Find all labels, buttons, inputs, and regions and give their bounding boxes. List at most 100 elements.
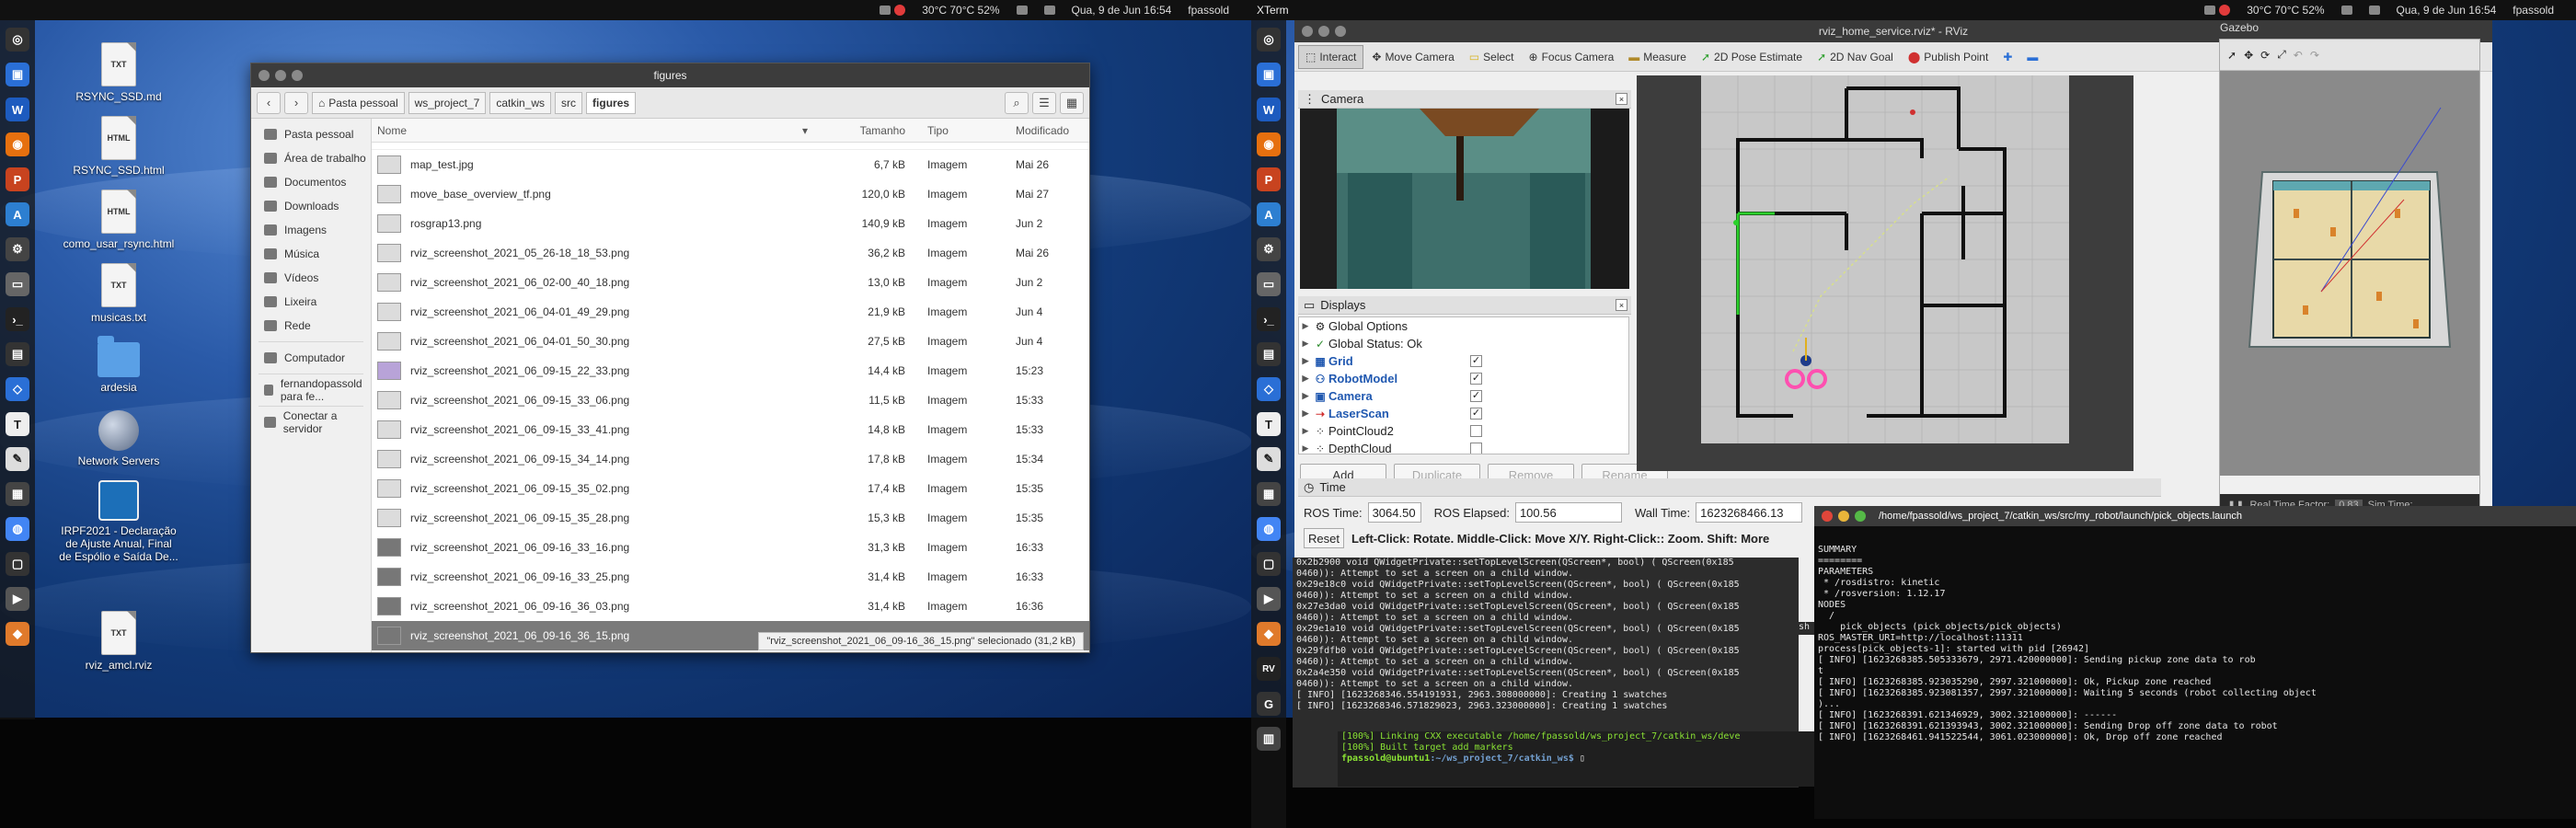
launcher-screenshot-icon[interactable]: ▢ [6,552,29,576]
list-view-button[interactable]: ☰ [1032,91,1056,114]
keyboard-icon[interactable] [2340,6,2352,15]
checkbox-robotmodel[interactable]: ✓ [1470,373,1482,385]
display-robotmodel[interactable]: ▶ ⚇ RobotModel ✓ [1299,370,1628,387]
wall-time-input[interactable]: 1623268466.13 [1696,502,1803,523]
sidebar-item-music[interactable]: Música [251,242,371,266]
sidebar-item-desktop[interactable]: Área de trabalho [251,146,371,170]
file-row[interactable]: rosgrap13.png 140,9 kB Imagem Jun 2 [372,209,1089,238]
file-row[interactable]: rviz_screenshot_2021_06_09-15_33_41.png 1… [372,415,1089,444]
network-icon[interactable] [1043,6,1055,15]
column-size[interactable]: Tamanho [817,124,920,137]
maximize-button[interactable] [1335,26,1346,37]
launcher-powerpoint-icon[interactable]: P [6,167,29,191]
file-row[interactable]: rviz_screenshot_2021_05_26-18_18_53.png 3… [372,238,1089,268]
ros-elapsed-input[interactable]: 100.56 [1514,502,1622,523]
sidebar-item-downloads[interactable]: Downloads [251,194,371,218]
launcher-typora-icon[interactable]: T [6,412,29,436]
checkbox-camera[interactable]: ✓ [1470,390,1482,402]
desktop-icon-rsync-html[interactable]: HTML RSYNC_SSD.html [59,116,178,177]
launcher-firefox-icon[interactable]: ◉ [6,132,29,156]
reset-button[interactable]: Reset [1304,528,1344,548]
search-button[interactable]: ⌕ [1005,91,1029,114]
launcher-dash-icon[interactable]: ◎ [1257,28,1281,52]
weather-indicator[interactable]: 30°C 70°C 52% [2247,4,2324,17]
tool-measure[interactable]: ▬ Measure [1622,45,1693,69]
desktop-icon-ardesia[interactable]: ardesia [59,336,178,394]
file-row[interactable]: rviz_screenshot_2021_06_09-16_33_25.png 3… [372,562,1089,592]
scale-icon[interactable]: ⤢ [2277,48,2286,62]
breadcrumb-src[interactable]: src [555,91,583,114]
forward-button[interactable]: › [284,91,308,114]
desktop-icon-como-usar[interactable]: HTML como_usar_rsync.html [59,190,178,250]
breadcrumb-figures[interactable]: figures [586,91,637,114]
close-icon[interactable]: × [1616,299,1627,311]
launcher-ros-icon[interactable]: ◆ [1257,622,1281,646]
launcher-word-icon[interactable]: W [6,98,29,121]
desktop-icon-rsync-md[interactable]: TXT RSYNC_SSD.md [59,42,178,103]
launcher-appstore-icon[interactable]: A [1257,202,1281,226]
tool-publish-point[interactable]: ⬤ Publish Point [1902,45,1995,69]
clock[interactable]: Qua, 9 de Jun 16:54 [2397,4,2497,17]
launcher-terminal-icon[interactable]: ›_ [1257,307,1281,331]
close-button[interactable] [1302,26,1313,37]
launcher-monitor-icon[interactable]: ▤ [6,342,29,366]
sidebar-item-computer[interactable]: Computador [251,346,371,370]
launcher-terminal-icon[interactable]: ›_ [6,307,29,331]
sidebar-item-pictures[interactable]: Imagens [251,218,371,242]
user-menu[interactable]: fpassold [1188,4,1229,17]
breadcrumb-ws-project[interactable]: ws_project_7 [408,91,487,114]
file-row[interactable]: rviz_screenshot_2021_06_09-15_34_14.png 1… [372,444,1089,474]
close-icon[interactable]: × [1616,93,1627,105]
file-row[interactable]: rviz_screenshot_2021_06_09-16_36_03.png 3… [372,592,1089,621]
file-row[interactable]: rviz_screenshot_2021_06_04-01_49_29.png 2… [372,297,1089,327]
launcher-word-icon[interactable]: W [1257,98,1281,121]
tool-remove[interactable]: ▬ [2020,45,2044,69]
indicator-tray[interactable] [880,5,906,16]
column-name[interactable]: Nome ▾ [372,124,817,137]
sidebar-item-home[interactable]: Pasta pessoal [251,122,371,146]
launcher-appstore-icon[interactable]: A [6,202,29,226]
tool-2d-pose-estimate[interactable]: ➚ 2D Pose Estimate [1695,45,1809,69]
terminal-titlebar[interactable]: /home/fpassold/ws_project_7/catkin_ws/sr… [1814,506,2576,526]
launcher-drive-icon[interactable]: ▭ [6,272,29,296]
indicator-tray[interactable] [2204,5,2231,16]
launcher-firefox-icon[interactable]: ◉ [1257,132,1281,156]
redo-icon[interactable]: ↷ [2310,49,2319,62]
display-depthcloud[interactable]: ▶ ⁘ DepthCloud [1299,440,1628,454]
files-titlebar[interactable]: figures [251,63,1089,87]
launcher-chrome-icon[interactable]: ◍ [6,517,29,541]
minimize-button[interactable] [1838,511,1849,522]
launcher-calc-icon[interactable]: ▦ [1257,482,1281,506]
display-global-status[interactable]: ▶ ✓ Global Status: Ok [1299,335,1628,352]
file-row[interactable]: rviz_screenshot_2021_06_02-00_40_18.png 1… [372,268,1089,297]
minimize-button[interactable] [1318,26,1329,37]
back-button[interactable]: ‹ [257,91,281,114]
ros-time-input[interactable]: 3064.50 [1367,502,1421,523]
launcher-screenshot-icon[interactable]: ▢ [1257,552,1281,576]
gazebo-3d-view[interactable] [2220,71,2479,476]
launcher-settings-icon[interactable]: ⚙ [1257,237,1281,261]
display-grid[interactable]: ▶ ▦ Grid ✓ [1299,352,1628,370]
file-row[interactable]: rviz_screenshot_2021_06_04-01_50_30.png 2… [372,327,1089,356]
tool-focus-camera[interactable]: ⊕ Focus Camera [1523,45,1621,69]
rotate-icon[interactable]: ⟳ [2260,49,2270,62]
launcher-monitor-icon[interactable]: ▤ [1257,342,1281,366]
close-button[interactable] [259,70,270,81]
checkbox-grid[interactable]: ✓ [1470,355,1482,367]
maximize-button[interactable] [1855,511,1866,522]
launcher-rviz-icon[interactable]: RV [1257,657,1281,681]
launcher-files-icon[interactable]: ▣ [6,63,29,86]
terminal-pick-objects[interactable]: /home/fpassold/ws_project_7/catkin_ws/sr… [1814,506,2576,819]
desktop-icon-musicas[interactable]: TXT musicas.txt [59,263,178,324]
launcher-dash-icon[interactable]: ◎ [6,28,29,52]
tool-2d-nav-goal[interactable]: ➚ 2D Nav Goal [1811,45,1900,69]
display-global-options[interactable]: ▶ ⚙ Global Options [1299,317,1628,335]
grid-view-button[interactable]: ▦ [1060,91,1084,114]
column-type[interactable]: Tipo [920,124,1006,137]
maximize-button[interactable] [292,70,303,81]
launcher-gazebo-icon[interactable]: G [1257,692,1281,716]
sidebar-item-network[interactable]: Rede [251,314,371,338]
launcher-calc-icon[interactable]: ▦ [6,482,29,506]
launcher-video-icon[interactable]: ▶ [1257,587,1281,611]
launcher-video-icon[interactable]: ▶ [6,587,29,611]
